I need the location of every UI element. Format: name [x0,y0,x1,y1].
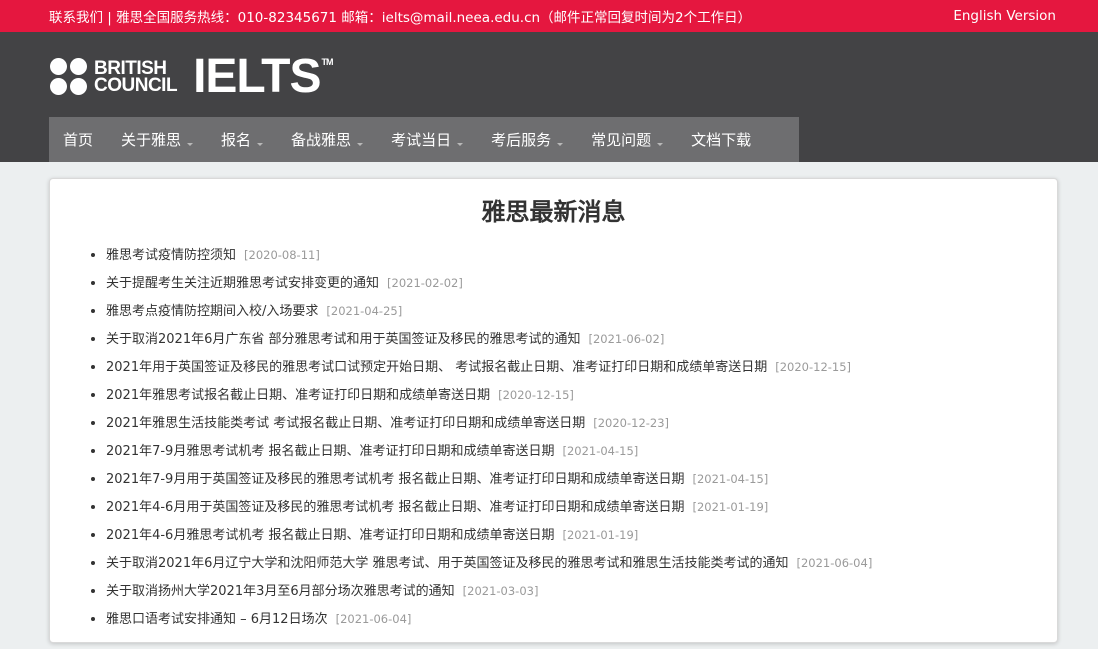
nav-item-label: 文档下载 [691,131,752,149]
nav-item-label: 关于雅思 [121,131,182,149]
news-item: 2021年4-6月用于英国签证及移民的雅思考试机考 报名截止日期、准考证打印日期… [90,493,872,521]
news-item: 2021年7-9月用于英国签证及移民的雅思考试机考 报名截止日期、准考证打印日期… [90,465,872,493]
news-date: [2020-08-11] [244,248,320,262]
news-date: [2021-01-19] [692,500,769,514]
site-header: BRITISH COUNCIL IELTSTM 首页 关于雅思 报名 备战雅思 考试当日… [0,32,1098,162]
news-item: 雅思考点疫情防控期间入校/入场要求 [2021-04-25] [90,297,872,325]
nav-item-7[interactable]: 文档下载 [677,117,765,162]
bullet-icon [91,309,95,313]
bullet-icon [91,393,95,397]
caret-down-icon [457,143,464,146]
nav-item-label: 备战雅思 [291,131,352,149]
news-item: 关于取消2021年6月辽宁大学和沈阳师范大学 雅思考试、用于英国签证及移民的雅思… [90,549,872,577]
ielts-wordmark: IELTSTM [193,50,334,103]
nav-item-4[interactable]: 考试当日 [377,117,477,162]
caret-down-icon [357,143,364,146]
news-link[interactable]: 2021年雅思考试报名截止日期、准考证打印日期和成绩单寄送日期 [106,388,490,403]
british-council-wordmark: BRITISH COUNCIL [94,58,178,96]
news-link[interactable]: 关于取消2021年6月广东省 部分雅思考试和用于英国签证及移民的雅思考试的通知 [106,332,581,347]
news-link[interactable]: 关于提醒考生关注近期雅思考试安排变更的通知 [106,276,379,291]
nav-item-1[interactable]: 关于雅思 [107,117,207,162]
caret-down-icon [187,143,194,146]
news-date: [2021-04-15] [692,472,769,486]
news-link[interactable]: 雅思考点疫情防控期间入校/入场要求 [106,304,318,319]
nav-item-5[interactable]: 考后服务 [477,117,577,162]
news-link[interactable]: 2021年4-6月用于英国签证及移民的雅思考试机考 报名截止日期、准考证打印日期… [106,500,684,515]
news-list: 雅思考试疫情防控须知 [2020-08-11] 关于提醒考生关注近期雅思考试安排变更… [90,241,872,633]
news-item: 2021年4-6月雅思考试机考 报名截止日期、准考证打印日期和成绩单寄送日期 [2… [90,521,872,549]
news-item: 关于提醒考生关注近期雅思考试安排变更的通知 [2021-02-02] [90,269,872,297]
news-link[interactable]: 关于取消2021年6月辽宁大学和沈阳师范大学 雅思考试、用于英国签证及移民的雅思… [106,556,789,571]
english-version-link[interactable]: English Version [953,8,1056,24]
caret-down-icon [557,143,564,146]
bullet-icon [91,477,95,481]
news-link[interactable]: 雅思考试疫情防控须知 [106,248,236,263]
nav-item-3[interactable]: 备战雅思 [277,117,377,162]
nav-item-6[interactable]: 常见问题 [577,117,677,162]
bullet-icon [91,281,95,285]
nav-item-label: 首页 [63,131,94,149]
news-date: [2021-06-04] [796,556,873,570]
news-date: [2021-01-19] [562,528,639,542]
news-item: 2021年雅思考试报名截止日期、准考证打印日期和成绩单寄送日期 [2020-12-… [90,381,872,409]
news-date: [2021-02-02] [387,276,463,290]
nav-item-label: 报名 [221,131,252,149]
news-item: 2021年雅思生活技能类考试 考试报名截止日期、准考证打印日期和成绩单寄送日期 [… [90,409,872,437]
top-contact-bar: 联系我们 | 雅思全国服务热线：010-82345671 邮箱：ielts@ma… [0,0,1098,32]
site-logo[interactable]: BRITISH COUNCIL IELTSTM [50,50,334,103]
news-link[interactable]: 2021年7-9月雅思考试机考 报名截止日期、准考证打印日期和成绩单寄送日期 [106,444,554,459]
nav-item-2[interactable]: 报名 [207,117,277,162]
news-link[interactable]: 2021年4-6月雅思考试机考 报名截止日期、准考证打印日期和成绩单寄送日期 [106,528,554,543]
bullet-icon [91,589,95,593]
british-council-dots-icon [50,58,88,96]
bullet-icon [91,561,95,565]
nav-item-0[interactable]: 首页 [49,117,107,162]
contact-info: 联系我们 | 雅思全国服务热线：010-82345671 邮箱：ielts@ma… [49,10,752,26]
bullet-icon [91,505,95,509]
news-date: [2020-12-23] [593,416,670,430]
nav-item-label: 常见问题 [591,131,652,149]
trademark-mark: TM [321,57,334,67]
news-link[interactable]: 2021年7-9月用于英国签证及移民的雅思考试机考 报名截止日期、准考证打印日期… [106,472,684,487]
main-nav: 首页 关于雅思 报名 备战雅思 考试当日 考后服务 常见问题 文档下载 [49,117,799,162]
bullet-icon [91,365,95,369]
news-item: 2021年用于英国签证及移民的雅思考试口试预定开始日期、 考试报名截止日期、准考… [90,353,872,381]
nav-item-label: 考试当日 [391,131,452,149]
news-item: 2021年7-9月雅思考试机考 报名截止日期、准考证打印日期和成绩单寄送日期 [2… [90,437,872,465]
news-link[interactable]: 2021年雅思生活技能类考试 考试报名截止日期、准考证打印日期和成绩单寄送日期 [106,416,585,431]
news-link[interactable]: 2021年用于英国签证及移民的雅思考试口试预定开始日期、 考试报名截止日期、准考… [106,360,767,375]
caret-down-icon [657,143,664,146]
news-panel: 雅思最新消息 雅思考试疫情防控须知 [2020-08-11] 关于提醒考生关注近期雅… [49,178,1058,643]
news-date: [2021-06-04] [335,612,412,626]
nav-item-label: 考后服务 [491,131,552,149]
news-item: 雅思口语考试安排通知 – 6月12日场次 [2021-06-04] [90,605,872,633]
news-date: [2020-12-15] [775,360,852,374]
bullet-icon [91,337,95,341]
bullet-icon [91,533,95,537]
bullet-icon [91,253,95,257]
page-title: 雅思最新消息 [481,198,626,226]
news-item: 关于取消扬州大学2021年3月至6月部分场次雅思考试的通知 [2021-03-03… [90,577,872,605]
caret-down-icon [257,143,264,146]
news-item: 关于取消2021年6月广东省 部分雅思考试和用于英国签证及移民的雅思考试的通知 [… [90,325,872,353]
bullet-icon [91,617,95,621]
news-item: 雅思考试疫情防控须知 [2020-08-11] [90,241,872,269]
bullet-icon [91,421,95,425]
news-date: [2021-04-25] [326,304,403,318]
news-link[interactable]: 雅思口语考试安排通知 – 6月12日场次 [106,612,328,627]
news-date: [2021-03-03] [462,584,539,598]
news-date: [2021-06-02] [588,332,665,346]
news-date: [2021-04-15] [562,444,639,458]
news-date: [2020-12-15] [498,388,574,402]
news-link[interactable]: 关于取消扬州大学2021年3月至6月部分场次雅思考试的通知 [106,584,455,599]
bullet-icon [91,449,95,453]
